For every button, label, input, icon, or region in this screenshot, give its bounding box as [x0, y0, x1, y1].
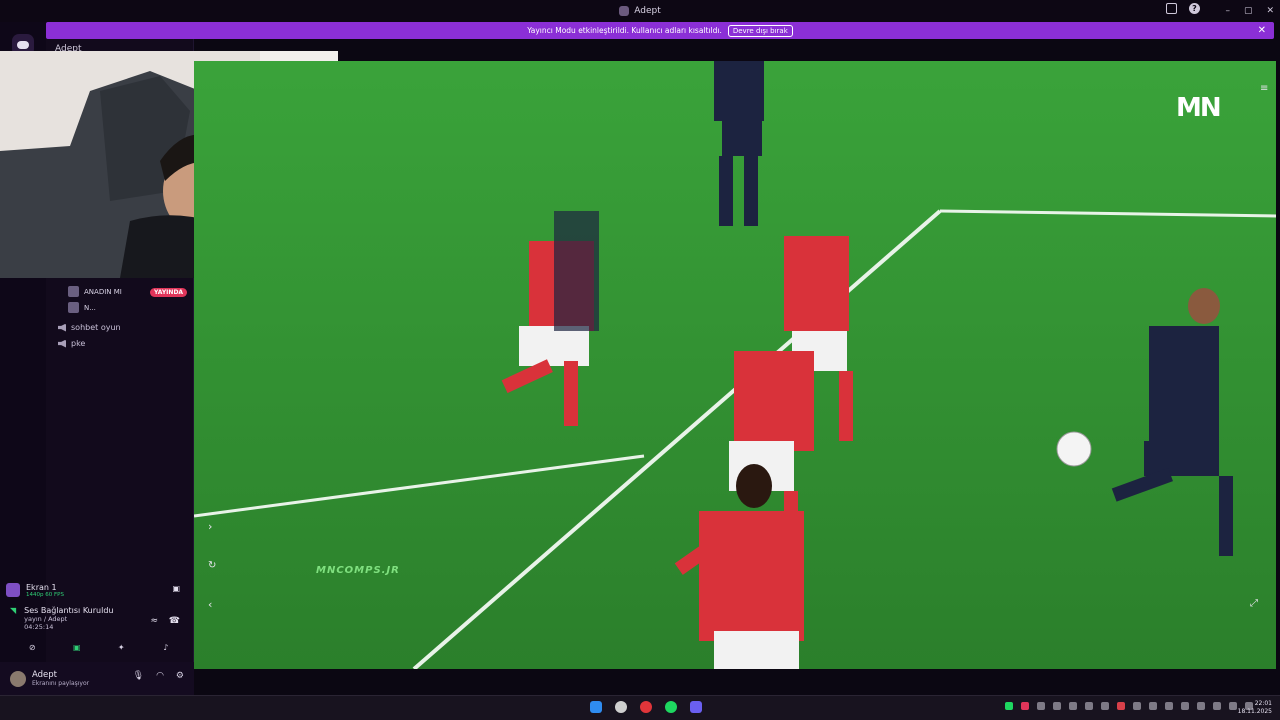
browser-icon[interactable]	[615, 701, 627, 713]
tray-icon[interactable]	[1053, 702, 1061, 710]
user-panel: Adept Ekranını paylaşıyor 🎙 ◠ ⚙	[0, 662, 194, 695]
screen-quality: 1440p 60 FPS	[26, 591, 64, 598]
tray-icon[interactable]	[1069, 702, 1077, 710]
screen-share-card[interactable]: Ekran 1 1440p 60 FPS ▣	[6, 578, 188, 602]
inbox-icon[interactable]	[1166, 3, 1177, 14]
voice-channel-name: pke	[71, 339, 86, 348]
tray-icon[interactable]	[1181, 702, 1189, 710]
noise-suppression-icon[interactable]: ≈	[150, 616, 158, 626]
voice-channel[interactable]: sohbet oyun	[58, 323, 121, 332]
user-status: Ekranını paylaşıyor	[32, 680, 90, 687]
headphones-icon[interactable]: ◠	[156, 671, 164, 681]
chevron-left-icon[interactable]: ‹	[208, 598, 212, 611]
close-window-button[interactable]: ✕	[1266, 6, 1274, 16]
app-logo-icon	[619, 6, 630, 16]
channel-logo: MN	[1176, 93, 1222, 123]
help-icon[interactable]: ?	[1189, 3, 1200, 14]
streamer-mode-banner: Yayıncı Modu etkinleştirildi. Kullanıcı …	[46, 22, 1274, 39]
screen-share-icon[interactable]: ▣	[64, 640, 90, 654]
app-title: Adept	[619, 6, 661, 16]
avatar	[68, 286, 79, 297]
voice-user-name: N...	[84, 303, 96, 312]
tray-icon[interactable]	[1037, 702, 1045, 710]
voice-channel[interactable]: pke	[58, 339, 85, 348]
voice-channel-name: sohbet oyun	[71, 323, 121, 332]
refresh-icon[interactable]: ↻	[208, 560, 216, 571]
tray-icon[interactable]	[1213, 702, 1221, 710]
voice-status: Ses Bağlantısı Kuruldu	[24, 606, 114, 615]
user-name: Adept	[32, 670, 58, 680]
wifi-icon[interactable]	[1229, 702, 1237, 710]
soundboard-icon[interactable]: ♪	[153, 640, 179, 654]
microphone-icon[interactable]: 🎙	[133, 671, 144, 681]
discord-icon[interactable]	[690, 701, 702, 713]
tray-icon[interactable]	[1197, 702, 1205, 710]
fullscreen-icon[interactable]: ⤢	[1250, 598, 1258, 609]
voice-controls: ⊘ ▣ ✦ ♪	[10, 640, 188, 656]
tray-icon[interactable]	[1085, 702, 1093, 710]
voice-user[interactable]: ANADIN MI	[68, 286, 122, 297]
tray-icon[interactable]	[1165, 702, 1173, 710]
voice-user-name: ANADIN MI	[84, 287, 122, 296]
popout-icon[interactable]: ▣	[172, 584, 180, 593]
start-icon[interactable]	[590, 701, 602, 713]
tray-icon[interactable]	[1149, 702, 1157, 710]
voice-connection-panel: ◥ Ses Bağlantısı Kuruldu yayın / Adept 0…	[10, 606, 190, 631]
stream-edge	[1276, 61, 1280, 669]
avatar	[68, 302, 79, 313]
voice-time: 04:25:14	[24, 623, 54, 631]
clock-date: 18.11.2025	[1237, 708, 1272, 715]
voice-channel-path: yayın / Adept	[24, 615, 68, 623]
screen-title: Ekran 1	[26, 582, 57, 592]
system-tray	[1005, 702, 1253, 710]
activities-icon[interactable]: ✦	[108, 640, 134, 654]
disable-streamer-mode-button[interactable]: Devre dışı bırak	[727, 24, 793, 37]
disconnect-icon[interactable]: ☎	[169, 616, 180, 626]
avatar[interactable]	[10, 670, 26, 687]
live-badge: YAYINDA	[150, 288, 188, 297]
speaker-icon	[58, 339, 66, 348]
settings-gear-icon[interactable]: ⚙	[176, 671, 184, 681]
camera-off-icon[interactable]: ⊘	[19, 640, 45, 654]
taskbar: 22:01 18.11.2025	[0, 695, 1280, 720]
spotify-icon[interactable]	[665, 701, 677, 713]
stream-video[interactable]	[194, 61, 1276, 669]
screen-thumbnail	[6, 583, 20, 597]
tray-icon[interactable]	[1005, 702, 1013, 710]
tray-icon[interactable]	[1101, 702, 1109, 710]
chevron-right-icon[interactable]: ›	[208, 520, 212, 533]
title-bar: Adept ? – ▢ ✕	[0, 0, 1280, 22]
vivaldi-icon[interactable]	[640, 701, 652, 713]
tray-icon[interactable]	[1021, 702, 1029, 710]
tray-icon[interactable]	[1133, 702, 1141, 710]
minimize-button[interactable]: –	[1225, 6, 1230, 16]
maximize-button[interactable]: ▢	[1244, 6, 1253, 16]
clock[interactable]: 22:01 18.11.2025	[1238, 700, 1272, 716]
tray-icon[interactable]	[1117, 702, 1125, 710]
video-watermark: MNCOMPS.JR	[316, 565, 400, 576]
voice-user[interactable]: N...	[68, 302, 96, 313]
menu-icon[interactable]: ≡	[1260, 83, 1268, 94]
signal-icon: ◥	[10, 606, 17, 615]
clock-time: 22:01	[1254, 700, 1272, 707]
speaker-icon	[58, 323, 66, 332]
close-banner-icon[interactable]: ✕	[1258, 25, 1266, 36]
banner-text: Yayıncı Modu etkinleştirildi. Kullanıcı …	[527, 26, 722, 35]
window-title: Adept	[634, 6, 661, 16]
